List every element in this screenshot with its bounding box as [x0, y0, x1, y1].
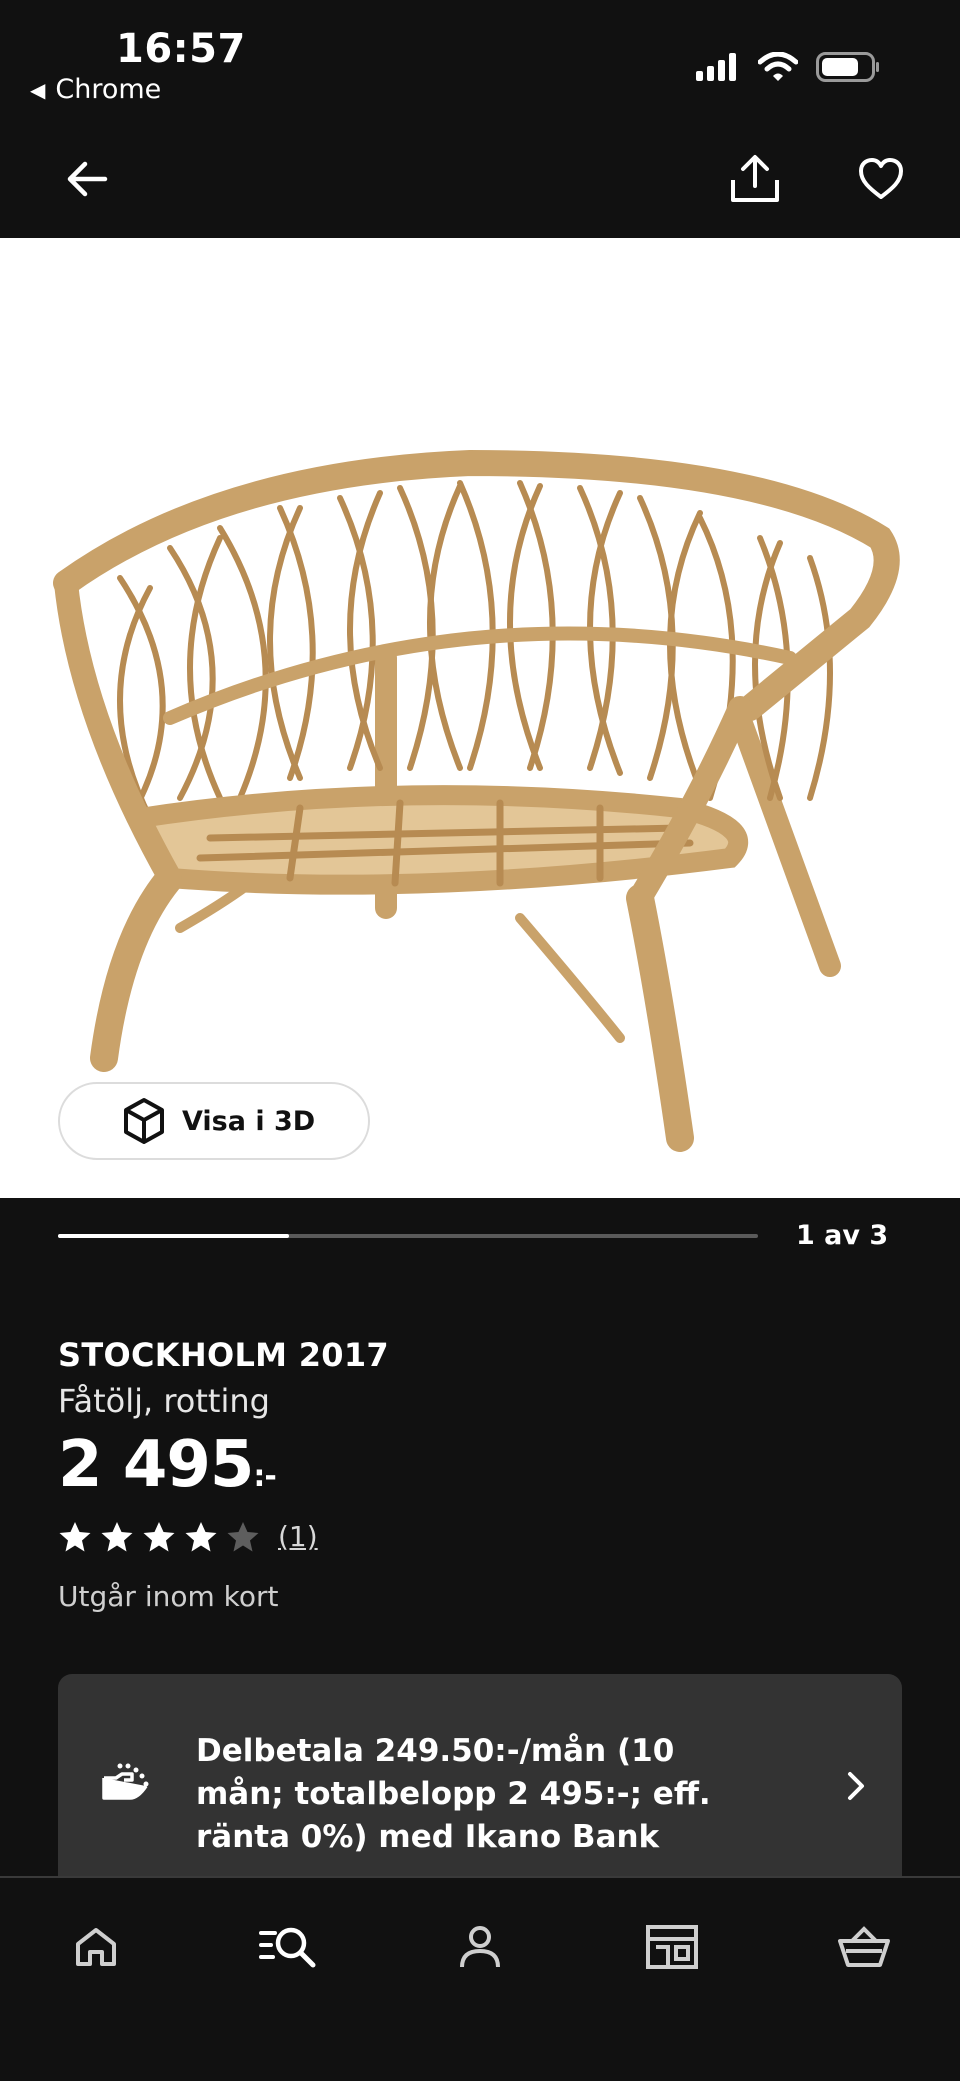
share-icon — [731, 155, 779, 202]
gallery-progress-track — [58, 1234, 758, 1238]
share-button[interactable] — [720, 144, 790, 214]
tab-search[interactable] — [248, 1912, 328, 1982]
back-to-app[interactable]: ◀ Chrome — [30, 74, 161, 105]
back-app-label: Chrome — [55, 74, 162, 105]
price-suffix: :- — [253, 1459, 276, 1494]
product-description: Fåtölj, rotting — [58, 1382, 270, 1420]
store-icon — [646, 1925, 698, 1969]
financing-text: Delbetala 249.50:-/mån (10 mån; totalbel… — [196, 1733, 711, 1855]
heart-icon — [859, 158, 903, 199]
arrow-left-icon — [67, 161, 108, 197]
battery-icon — [816, 52, 879, 82]
status-bar: 16:57 ◀ Chrome — [0, 0, 960, 120]
cube-icon — [124, 1098, 164, 1144]
home-icon — [76, 1928, 116, 1966]
tab-home[interactable] — [56, 1912, 136, 1982]
gallery-progress-fill — [58, 1234, 289, 1238]
star-filled-icon — [143, 1521, 175, 1551]
status-time: 16:57 — [116, 26, 246, 72]
star-empty-icon — [227, 1521, 259, 1551]
tab-store[interactable] — [632, 1912, 712, 1982]
status-icons — [696, 52, 880, 82]
back-triangle-icon: ◀ — [30, 77, 46, 102]
app-header — [0, 120, 960, 238]
basket-icon — [838, 1926, 890, 1967]
star-filled-icon — [185, 1521, 217, 1551]
star-filled-icon — [101, 1521, 133, 1551]
search-icon — [259, 1927, 316, 1968]
star-filled-icon — [59, 1521, 91, 1551]
chevron-right-icon — [848, 1772, 864, 1800]
tab-profile[interactable] — [440, 1912, 520, 1982]
person-icon — [460, 1926, 500, 1968]
wifi-icon — [758, 52, 798, 81]
favorite-button[interactable] — [846, 144, 916, 214]
product-rating[interactable]: (1) — [58, 1520, 318, 1553]
payment-hand-icon — [102, 1763, 149, 1800]
tab-cart[interactable] — [824, 1912, 904, 1982]
cellular-signal-icon — [696, 53, 736, 81]
product-name: STOCKHOLM 2017 — [58, 1336, 389, 1374]
price-amount: 2 495 — [58, 1428, 254, 1502]
gallery-page-counter: 1 av 3 — [796, 1220, 889, 1251]
rattan-chair-image — [53, 449, 900, 1152]
product-image-gallery[interactable]: Visa i 3D — [0, 238, 960, 1198]
view-3d-label: Visa i 3D — [182, 1105, 316, 1137]
view-3d-button[interactable]: Visa i 3D — [58, 1082, 370, 1160]
availability-status: Utgår inom kort — [58, 1580, 279, 1613]
bottom-tab-bar — [0, 1876, 960, 2081]
review-count[interactable]: (1) — [278, 1520, 318, 1553]
back-button[interactable] — [52, 144, 122, 214]
product-price: 2 495:- — [58, 1428, 277, 1502]
rating-stars — [58, 1521, 260, 1553]
financing-card[interactable]: Delbetala 249.50:-/mån (10 mån; totalbel… — [58, 1674, 902, 1894]
